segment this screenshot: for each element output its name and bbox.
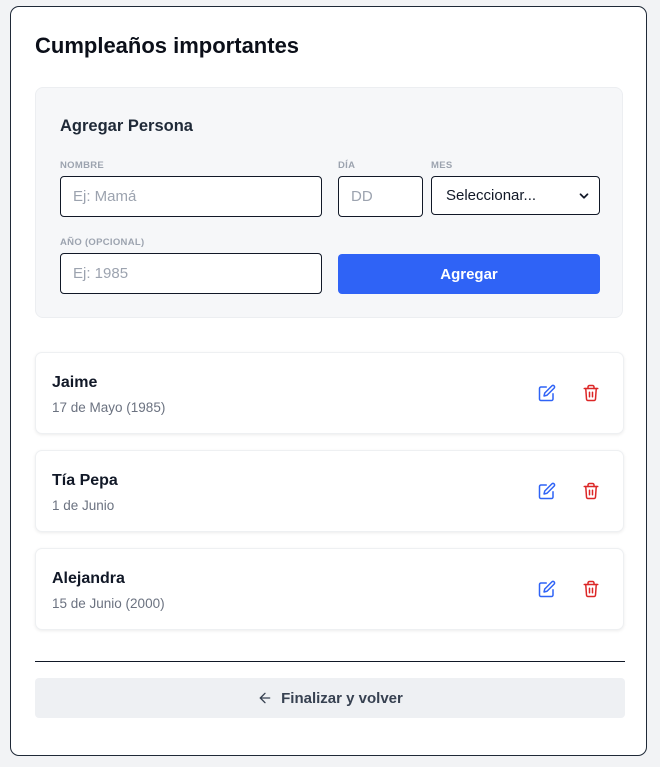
add-person-card: Agregar Persona NOMBRE Ej: Mamá DÍA DD M…: [35, 87, 623, 318]
year-placeholder: Ej: 1985: [73, 265, 129, 282]
birthdays-panel: Cumpleaños importantes Agregar Persona N…: [10, 6, 647, 756]
chevron-down-icon: [579, 192, 589, 199]
month-selected-value: Seleccionar...: [446, 187, 537, 204]
day-placeholder: DD: [351, 188, 373, 205]
person-name: Alejandra: [52, 570, 125, 587]
name-input[interactable]: Ej: Mamá: [60, 176, 322, 217]
finish-label: Finalizar y volver: [281, 689, 403, 707]
divider: [35, 661, 625, 662]
trash-icon[interactable]: [582, 482, 600, 500]
person-date: 15 de Junio (2000): [52, 596, 165, 611]
person-name: Jaime: [52, 374, 98, 391]
year-input[interactable]: Ej: 1985: [60, 253, 322, 294]
person-date: 1 de Junio: [52, 498, 115, 513]
person-name: Tía Pepa: [52, 472, 118, 489]
month-label: MES: [431, 160, 453, 171]
edit-icon[interactable]: [538, 482, 556, 500]
day-input[interactable]: DD: [338, 176, 423, 217]
arrow-left-icon: [259, 692, 271, 704]
trash-icon[interactable]: [582, 580, 600, 598]
person-date: 17 de Mayo (1985): [52, 400, 166, 415]
edit-icon[interactable]: [538, 580, 556, 598]
person-card: Alejandra 15 de Junio (2000): [35, 548, 624, 630]
edit-icon[interactable]: [538, 384, 556, 402]
finish-button[interactable]: Finalizar y volver: [35, 678, 625, 718]
day-label: DÍA: [338, 160, 356, 171]
person-card: Tía Pepa 1 de Junio: [35, 450, 624, 532]
person-card: Jaime 17 de Mayo (1985): [35, 352, 624, 434]
month-select[interactable]: Seleccionar...: [431, 176, 600, 215]
trash-icon[interactable]: [582, 384, 600, 402]
name-label: NOMBRE: [60, 160, 105, 171]
add-person-title: Agregar Persona: [60, 117, 193, 135]
name-placeholder: Ej: Mamá: [73, 188, 137, 205]
add-button[interactable]: Agregar: [338, 254, 600, 294]
page-title: Cumpleaños importantes: [35, 33, 300, 58]
year-label: AÑO (OPCIONAL): [60, 237, 145, 248]
